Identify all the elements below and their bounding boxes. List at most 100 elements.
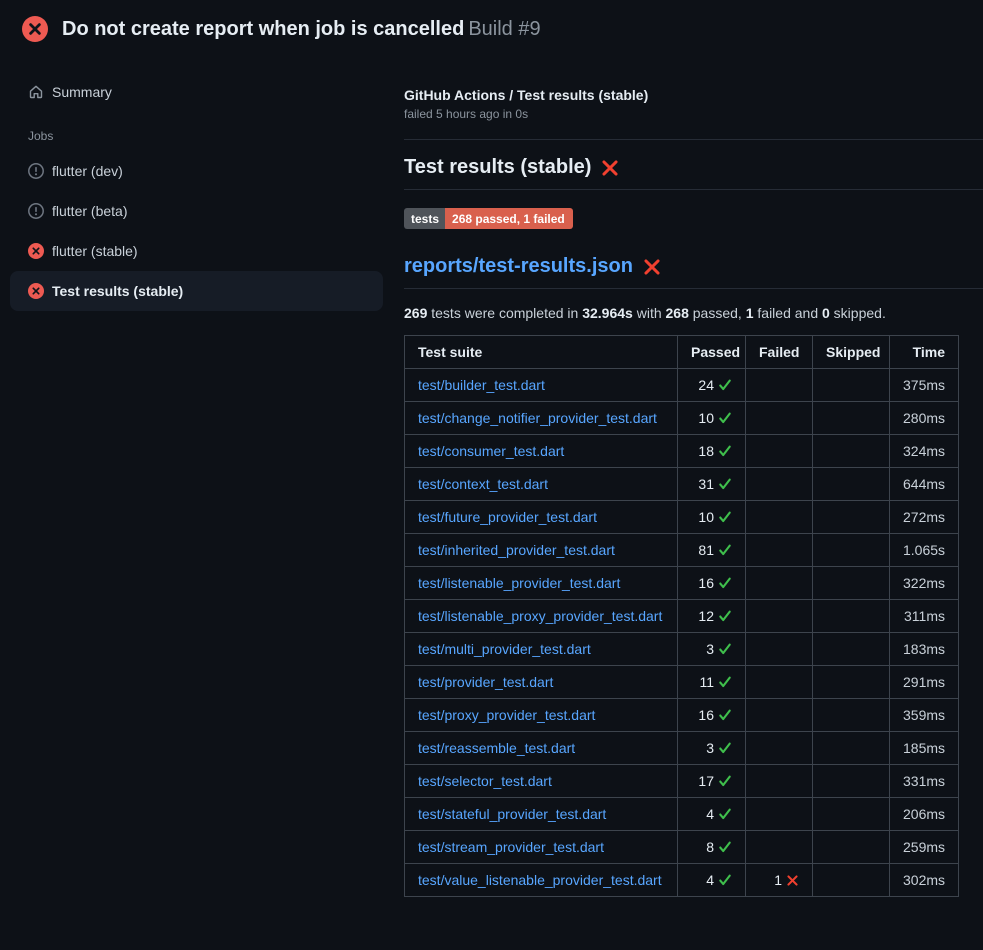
skipped-cell — [813, 765, 890, 798]
test-suite-row: test/stateful_provider_test.dart4206ms — [405, 798, 959, 831]
time-cell: 331ms — [890, 765, 959, 798]
check-icon — [718, 774, 732, 788]
check-icon — [718, 543, 732, 557]
skipped-cell — [813, 402, 890, 435]
summary-line: 269 tests were completed in 32.964s with… — [404, 305, 983, 321]
test-suite-row: test/future_provider_test.dart10272ms — [405, 501, 959, 534]
skipped-cell — [813, 798, 890, 831]
test-suite-row: test/consumer_test.dart 18 324ms — [405, 435, 959, 468]
report-heading: reports/test-results.json — [404, 255, 983, 289]
test-suite-link[interactable]: test/context_test.dart — [418, 476, 548, 492]
suite-cell: test/reassemble_test.dart — [405, 732, 678, 765]
skipped-cell — [813, 600, 890, 633]
suite-cell: test/multi_provider_test.dart — [405, 633, 678, 666]
test-suite-link[interactable]: test/selector_test.dart — [418, 773, 552, 789]
header-time: Time — [890, 336, 959, 369]
skipped-cell — [813, 435, 890, 468]
passed-cell: 16 — [678, 567, 746, 600]
skipped-cell — [813, 864, 890, 897]
sidebar-item-summary[interactable]: Summary — [0, 79, 397, 105]
suite-cell: test/context_test.dart — [405, 468, 678, 501]
skipped-cell — [813, 699, 890, 732]
failed-cell — [746, 468, 813, 501]
passed-cell: 4 — [678, 864, 746, 897]
suite-cell: test/proxy_provider_test.dart — [405, 699, 678, 732]
test-suite-link[interactable]: test/proxy_provider_test.dart — [418, 707, 595, 723]
cancelled-icon — [28, 163, 44, 179]
passed-cell: 18 — [678, 435, 746, 468]
test-suite-link[interactable]: test/change_notifier_provider_test.dart — [418, 410, 657, 426]
failed-cell — [746, 798, 813, 831]
check-icon — [718, 642, 732, 656]
badge-value: 268 passed, 1 failed — [445, 208, 573, 229]
passed-cell: 3 — [678, 732, 746, 765]
breadcrumb: GitHub Actions / Test results (stable) — [404, 87, 983, 103]
test-suite-link[interactable]: test/multi_provider_test.dart — [418, 641, 591, 657]
test-suite-link[interactable]: test/builder_test.dart — [418, 377, 545, 393]
check-icon — [718, 873, 732, 887]
check-icon — [718, 477, 732, 491]
time-cell: 324ms — [890, 435, 959, 468]
passed-cell: 8 — [678, 831, 746, 864]
test-suite-link[interactable]: test/future_provider_test.dart — [418, 509, 597, 525]
test-suite-link[interactable]: test/stateful_provider_test.dart — [418, 806, 606, 822]
failed-cell — [746, 567, 813, 600]
skipped-cell — [813, 633, 890, 666]
time-cell: 185ms — [890, 732, 959, 765]
failed-cell — [746, 534, 813, 567]
time-cell: 322ms — [890, 567, 959, 600]
test-suite-row: test/proxy_provider_test.dart16359ms — [405, 699, 959, 732]
test-suite-row: test/provider_test.dart11291ms — [405, 666, 959, 699]
check-icon — [718, 609, 732, 623]
x-icon — [786, 874, 799, 887]
test-suite-link[interactable]: test/inherited_provider_test.dart — [418, 542, 615, 558]
passed-cell: 24 — [678, 369, 746, 402]
sidebar-item-flutter-stable[interactable]: flutter (stable) — [10, 231, 383, 271]
sidebar-item-flutter-beta[interactable]: flutter (beta) — [10, 191, 383, 231]
passed-cell: 17 — [678, 765, 746, 798]
passed-cell: 10 — [678, 501, 746, 534]
test-suite-row: test/inherited_provider_test.dart 81 1.065… — [405, 534, 959, 567]
build-number: Build #9 — [468, 18, 540, 40]
time-cell: 280ms — [890, 402, 959, 435]
suite-cell: test/change_notifier_provider_test.dart — [405, 402, 678, 435]
sidebar-item-test-results-stable[interactable]: Test results (stable) — [10, 271, 383, 311]
test-suite-link[interactable]: test/provider_test.dart — [418, 674, 553, 690]
header-skipped: Skipped — [813, 336, 890, 369]
passed-cell: 10 — [678, 402, 746, 435]
failed-cell — [746, 369, 813, 402]
header-test-suite: Test suite — [405, 336, 678, 369]
jobs-list: flutter (dev) flutter (beta)flutter (stab… — [0, 151, 397, 311]
suite-cell: test/stateful_provider_test.dart — [405, 798, 678, 831]
test-suite-link[interactable]: test/listenable_provider_test.dart — [418, 575, 620, 591]
sidebar-item-flutter-dev[interactable]: flutter (dev) — [10, 151, 383, 191]
failed-cell — [746, 501, 813, 534]
job-label: Test results (stable) — [52, 283, 183, 299]
passed-cell: 16 — [678, 699, 746, 732]
skipped-cell — [813, 732, 890, 765]
passed-cell: 12 — [678, 600, 746, 633]
report-file-link[interactable]: reports/test-results.json — [404, 255, 633, 278]
failed-cell — [746, 633, 813, 666]
sidebar: Summary Jobs flutter (dev)flutter (beta)… — [0, 55, 397, 311]
test-suite-link[interactable]: test/value_listenable_provider_test.dart — [418, 872, 662, 888]
check-icon — [718, 510, 732, 524]
test-suite-link[interactable]: test/listenable_proxy_provider_test.dart — [418, 608, 662, 624]
time-cell: 302ms — [890, 864, 959, 897]
x-circle-icon — [28, 243, 44, 259]
test-suite-link[interactable]: test/reassemble_test.dart — [418, 740, 575, 756]
suite-cell: test/value_listenable_provider_test.dart — [405, 864, 678, 897]
job-label: flutter (dev) — [52, 163, 123, 179]
passed-cell: 81 — [678, 534, 746, 567]
test-suite-link[interactable]: test/consumer_test.dart — [418, 443, 564, 459]
check-icon — [718, 675, 732, 689]
passed-cell: 11 — [678, 666, 746, 699]
test-table-body: test/builder_test.dart24375mstest/change… — [405, 369, 959, 897]
check-icon — [718, 807, 732, 821]
test-suite-link[interactable]: test/stream_provider_test.dart — [418, 839, 604, 855]
time-cell: 644ms — [890, 468, 959, 501]
test-results-table: Test suite Passed Failed Skipped Time te… — [404, 335, 959, 897]
section-title: Test results (stable) — [404, 156, 983, 190]
failed-cell — [746, 666, 813, 699]
time-cell: 1.065s — [890, 534, 959, 567]
